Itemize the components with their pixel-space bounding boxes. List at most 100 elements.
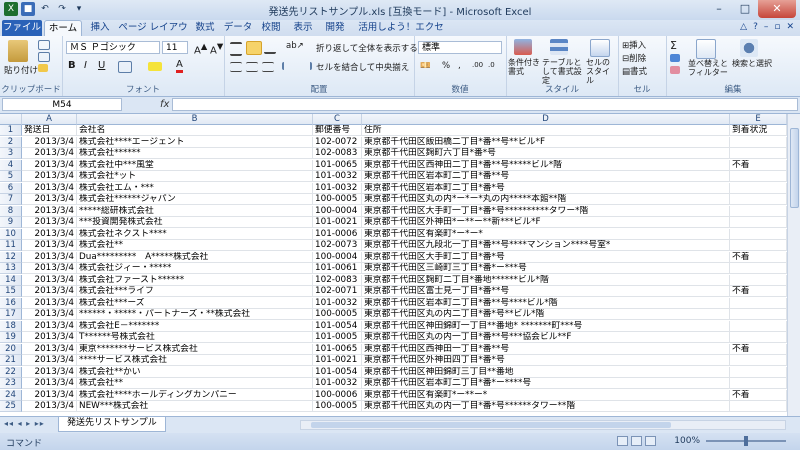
- increase-indent-icon[interactable]: [298, 62, 312, 70]
- column-header-a[interactable]: A: [22, 114, 77, 125]
- cell-c[interactable]: 102-0071: [313, 286, 362, 297]
- cell-d[interactable]: 東京都千代田区富士見一丁目*番**号: [362, 286, 730, 297]
- cell-d[interactable]: 東京都千代田区西神田一丁目*番**号: [362, 343, 730, 355]
- row-header[interactable]: 24: [0, 389, 22, 401]
- comma-icon[interactable]: ,: [458, 61, 461, 71]
- cell-d[interactable]: 東京都千代田区外神田*ー**ー**新***ビル*F: [362, 217, 730, 228]
- cell-c[interactable]: 101-0061: [313, 263, 362, 274]
- cell-c[interactable]: 102-0073: [313, 240, 362, 251]
- cell-b[interactable]: 株式会社**: [77, 240, 313, 251]
- font-name-select[interactable]: ＭＳ Ｐゴシック: [66, 41, 160, 54]
- cell-b[interactable]: 株式会社**: [77, 378, 313, 389]
- cell-e[interactable]: [730, 136, 787, 148]
- cell-e[interactable]: 不着: [730, 251, 787, 263]
- format-as-table-icon[interactable]: [550, 39, 568, 55]
- cell-a[interactable]: 2013/3/4: [22, 251, 77, 263]
- paste-label[interactable]: 貼り付け: [4, 64, 38, 76]
- cell-a[interactable]: 2013/3/4: [22, 343, 77, 355]
- cell-b[interactable]: 株式会社ファースト******: [77, 274, 313, 286]
- tab-view[interactable]: 表示: [288, 20, 318, 36]
- decrease-indent-icon[interactable]: [282, 62, 296, 70]
- row-header[interactable]: 6: [0, 182, 22, 194]
- cell-e[interactable]: [730, 274, 787, 286]
- cell-styles-button[interactable]: セルのスタイル: [586, 58, 616, 85]
- copy-icon[interactable]: [38, 52, 50, 62]
- row-header[interactable]: 3: [0, 148, 22, 159]
- cell-d[interactable]: 東京都千代田区飯田橋二丁目*番**号**ビル*F: [362, 136, 730, 148]
- vertical-scroll-thumb[interactable]: [790, 128, 799, 208]
- align-middle-icon[interactable]: [246, 41, 262, 55]
- cell-b[interactable]: ****サービス株式会社: [77, 355, 313, 366]
- cell-e[interactable]: 到着状況: [730, 125, 787, 136]
- align-left-icon[interactable]: [230, 62, 242, 72]
- row-header[interactable]: 17: [0, 309, 22, 320]
- bold-icon[interactable]: B: [68, 60, 76, 71]
- cell-d[interactable]: 東京都千代田区三崎町三丁目*番*ー***号: [362, 263, 730, 274]
- cell-a[interactable]: 2013/3/4: [22, 274, 77, 286]
- horizontal-scrollbar[interactable]: [300, 420, 786, 430]
- row-header[interactable]: 25: [0, 401, 22, 412]
- maximize-button[interactable]: □: [732, 0, 758, 18]
- cell-d[interactable]: 東京都千代田区外神田四丁目*番*号: [362, 355, 730, 366]
- cell-e[interactable]: [730, 263, 787, 274]
- cell-c[interactable]: 101-0005: [313, 332, 362, 343]
- cell-b[interactable]: ***投資開発株式会社: [77, 217, 313, 228]
- cell-e[interactable]: 不着: [730, 159, 787, 171]
- workbook-minimize-icon[interactable]: –: [764, 22, 769, 32]
- cell-e[interactable]: [730, 171, 787, 182]
- align-bottom-icon[interactable]: [264, 42, 276, 54]
- cell-b[interactable]: 株式会社E－*******: [77, 320, 313, 332]
- cell-a[interactable]: 2013/3/4: [22, 182, 77, 194]
- vertical-scrollbar[interactable]: [787, 114, 800, 416]
- row-header[interactable]: 7: [0, 194, 22, 205]
- close-button[interactable]: ✕: [758, 0, 796, 18]
- insert-cells-button[interactable]: ⊞挿入: [622, 39, 646, 51]
- cell-e[interactable]: 不着: [730, 343, 787, 355]
- tab-page-layout[interactable]: ページ レイアウト: [118, 20, 188, 48]
- row-header[interactable]: 13: [0, 263, 22, 274]
- find-select-button[interactable]: 検索と選択: [732, 59, 772, 68]
- cell-d[interactable]: 東京都千代田区麹町二丁目*番地******ビル*階: [362, 274, 730, 286]
- cell-e[interactable]: [730, 401, 787, 412]
- cell-c[interactable]: 100-0005: [313, 401, 362, 412]
- row-header[interactable]: 19: [0, 332, 22, 343]
- cell-b[interactable]: 株式会社エム・***: [77, 182, 313, 194]
- row-header[interactable]: 4: [0, 159, 22, 171]
- cell-c[interactable]: 101-0032: [313, 182, 362, 194]
- sheet-nav-arrows-icon[interactable]: ◂◂ ◂ ▸ ▸▸: [4, 419, 45, 428]
- cell-c[interactable]: 100-0004: [313, 251, 362, 263]
- cell-d[interactable]: 東京都千代田区丸の内一丁目*番*号******タワー**階: [362, 401, 730, 412]
- cell-b[interactable]: 株式会社**かい: [77, 366, 313, 378]
- cell-b[interactable]: 株式会社****エージェント: [77, 136, 313, 148]
- orientation-icon[interactable]: ab↗: [286, 41, 304, 51]
- cell-d[interactable]: 東京都千代田区丸の内*ー*ー*丸の内*****本館**階: [362, 194, 730, 205]
- row-header[interactable]: 2: [0, 136, 22, 148]
- tab-home[interactable]: ホーム: [44, 20, 82, 37]
- cell-d[interactable]: 東京都千代田区神田錦町一丁目**番地* *******町***号: [362, 320, 730, 332]
- fill-icon[interactable]: [670, 54, 680, 62]
- conditional-format-icon[interactable]: [514, 39, 532, 55]
- cell-b[interactable]: 株式会社******: [77, 148, 313, 159]
- cell-c[interactable]: 102-0072: [313, 136, 362, 148]
- row-header[interactable]: 5: [0, 171, 22, 182]
- cell-b[interactable]: 会社名: [77, 125, 313, 136]
- tab-developer[interactable]: 開発: [320, 20, 350, 36]
- merge-center-button[interactable]: セルを結合して中央揃え: [316, 61, 409, 73]
- page-break-view-icon[interactable]: [645, 436, 656, 446]
- cell-styles-icon[interactable]: [590, 39, 610, 57]
- cell-d[interactable]: 東京都千代田区麹町六丁目*番*号: [362, 148, 730, 159]
- sheet-tab[interactable]: 発送先リストサンプル: [58, 417, 166, 432]
- paste-icon[interactable]: [8, 40, 28, 62]
- row-header[interactable]: 22: [0, 366, 22, 378]
- minimize-button[interactable]: –: [706, 0, 732, 18]
- row-header[interactable]: 10: [0, 228, 22, 240]
- column-header-e[interactable]: E: [730, 114, 787, 125]
- cell-a[interactable]: 2013/3/4: [22, 217, 77, 228]
- fill-color-icon[interactable]: [148, 62, 162, 71]
- cell-d[interactable]: 住所: [362, 125, 730, 136]
- find-select-icon[interactable]: [740, 39, 758, 57]
- cell-d[interactable]: 東京都千代田区大手町一丁目*番*号**********タワー*階: [362, 205, 730, 217]
- column-header-d[interactable]: D: [362, 114, 730, 125]
- cell-a[interactable]: 2013/3/4: [22, 366, 77, 378]
- cell-e[interactable]: 不着: [730, 389, 787, 401]
